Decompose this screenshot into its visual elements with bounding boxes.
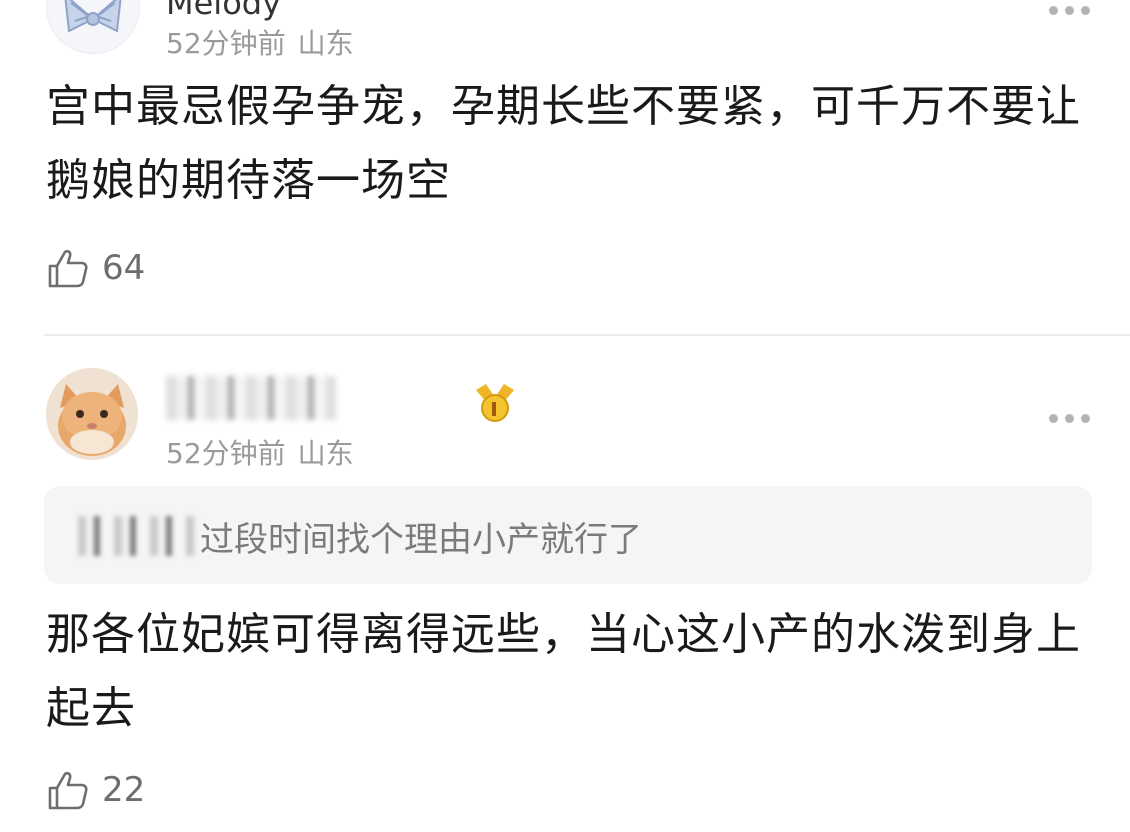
comment-time: 52分钟前	[166, 27, 286, 60]
comment-text: 那各位妃嫔可得离得远些，当心这小产的水泼到身上起去	[46, 609, 1081, 734]
like-button[interactable]: 64	[46, 246, 145, 290]
like-count: 22	[102, 770, 146, 810]
more-button[interactable]	[1044, 0, 1094, 22]
like-button[interactable]: 22	[46, 768, 145, 812]
username[interactable]: Melody	[166, 0, 281, 22]
more-icon-dot	[1080, 413, 1090, 423]
avatar[interactable]	[46, 0, 140, 54]
thumbs-up-icon	[48, 249, 88, 288]
username-redacted[interactable]	[166, 376, 336, 420]
thumbs-up-icon	[48, 771, 88, 810]
comment-location: 山东	[297, 437, 354, 470]
comment-meta: 52分钟前 山东	[166, 432, 354, 472]
more-icon	[1048, 5, 1058, 15]
more-icon	[1048, 413, 1058, 423]
avatar-bow-image	[64, 0, 122, 33]
more-icon-dot	[1064, 413, 1074, 423]
avatar[interactable]	[46, 368, 138, 460]
more-icon-dot	[1080, 5, 1090, 15]
quoted-reply[interactable]: 过段时间找个理由小产就行了	[44, 486, 1092, 584]
like-count: 64	[102, 248, 146, 288]
quoted-text: 过段时间找个理由小产就行了	[200, 520, 642, 560]
more-icon-dot	[1064, 5, 1074, 15]
more-button[interactable]	[1044, 406, 1094, 430]
comment-item: Melody 52分钟前 山东 宫中最忌假孕争宠，孕期长些不要紧，可千万不要让鹅娘…	[0, 0, 1130, 300]
comment-time: 52分钟前	[166, 437, 286, 470]
comment-text: 宫中最忌假孕争宠，孕期长些不要紧，可千万不要让鹅娘的期待落一场空	[46, 81, 1081, 206]
quoted-author-redacted	[78, 516, 198, 556]
comment-divider	[44, 334, 1130, 336]
comment-meta: 52分钟前 山东	[166, 22, 354, 62]
comment-item: 52分钟前 山东 过段时间找个理由小产就行了 那各位妃嫔可得离得远些，当心这小产的…	[0, 362, 1130, 832]
medal-icon	[476, 384, 514, 422]
comment-location: 山东	[297, 27, 354, 60]
avatar-cat-image	[46, 368, 138, 460]
